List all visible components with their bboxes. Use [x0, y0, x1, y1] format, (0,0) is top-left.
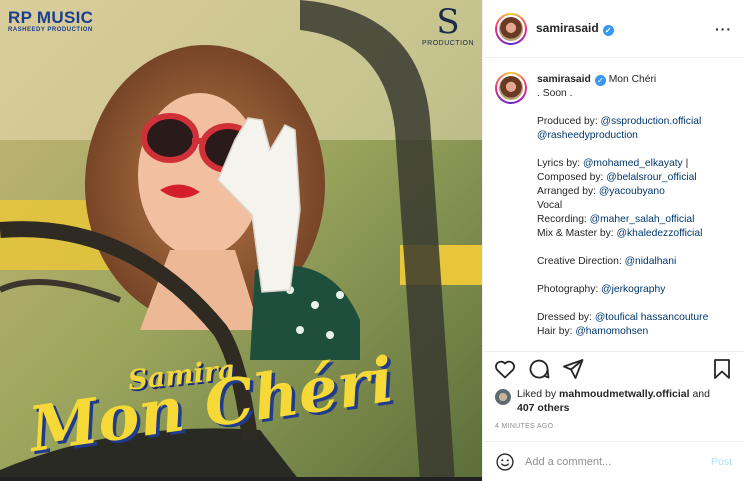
caption-gap [537, 143, 708, 157]
caption-label: Hair by: [537, 326, 576, 337]
caption-line: Dressed by: @toufical hassancouture [537, 311, 708, 325]
caption-mention-link[interactable]: @nidalhani [625, 256, 677, 267]
caption-line: Produced by: @ssproduction.official [537, 115, 708, 129]
caption-line: Photography: @jerkography [537, 283, 708, 297]
poster-bottom-strip [0, 477, 482, 481]
likes-count[interactable]: 407 others [517, 402, 570, 414]
caption-line: Hair by: @hamomohsen [537, 325, 708, 339]
verified-badge-icon: ✓ [594, 75, 606, 86]
caption-label: Arranged by: [537, 186, 599, 197]
caption-text: samirasaid ✓ Mon Chéri . Soon . Produced … [537, 72, 708, 351]
caption-label: Creative Direction: [537, 256, 625, 267]
post-image[interactable]: RP MUSIC RASHEEDY PRODUCTION S PRODUCTIO… [0, 0, 482, 481]
liker-username[interactable]: mahmoudmetwally.official [559, 388, 690, 400]
caption-label: Composed by: [537, 172, 607, 183]
likes-text: Liked by mahmoudmetwally.official and 40… [517, 387, 710, 415]
caption-label: Photography: [537, 284, 602, 295]
ss-logo-mark: S [436, 2, 460, 42]
caption-mention-link[interactable]: @mohamed_elkayaty [583, 158, 683, 169]
post-sidebar: samirasaid ✓ ··· samirasaid ✓ Mon Chéri . … [482, 0, 744, 481]
avatar-image [497, 74, 525, 102]
post-timestamp[interactable]: 4 MINUTES AGO [483, 417, 744, 441]
caption-label: Produced by: [537, 116, 601, 127]
caption-line: Arranged by: @yacoubyano [537, 185, 708, 199]
likes-prefix: Liked by [517, 388, 560, 400]
caption-mention-link[interactable]: @maher_salah_official [590, 214, 695, 225]
caption-label: Mix & Master by: [537, 228, 617, 239]
caption-line: Vocal [537, 200, 563, 211]
caption-mention-link[interactable]: @jerkography [601, 284, 665, 295]
rp-music-logo-sub: RASHEEDY PRODUCTION [8, 27, 93, 33]
caption-line: Composed by: @belalsrour_official [537, 171, 708, 185]
header-username[interactable]: samirasaid ✓ [536, 21, 614, 36]
caption-line: Recording: @maher_salah_official [537, 213, 708, 227]
share-icon[interactable] [561, 357, 585, 381]
heart-icon[interactable] [493, 357, 517, 381]
caption-label: Recording: [537, 214, 590, 225]
caption-label: Lyrics by: [537, 158, 583, 169]
post-header: samirasaid ✓ ··· [483, 0, 744, 58]
caption-username[interactable]: samirasaid [537, 74, 591, 85]
caption-gap [537, 101, 708, 115]
ss-production-logo: S PRODUCTION [422, 4, 474, 47]
caption-mention-link[interactable]: @rasheedyproduction [537, 130, 638, 141]
bookmark-icon[interactable] [710, 357, 734, 381]
caption-mention-link[interactable]: @yacoubyano [599, 186, 665, 197]
header-username-text[interactable]: samirasaid [536, 21, 599, 35]
comment-bar: Post [483, 441, 744, 481]
rp-music-logo-text: RP MUSIC [8, 8, 94, 27]
action-bar [483, 351, 744, 385]
caption-line: Mix & Master by: @khaledezzofficial [537, 227, 708, 241]
post-viewer: RP MUSIC RASHEEDY PRODUCTION S PRODUCTIO… [0, 0, 744, 481]
caption-avatar[interactable] [495, 72, 527, 104]
likes-summary: Liked by mahmoudmetwally.official and 40… [483, 385, 744, 417]
emoji-icon[interactable] [495, 452, 515, 472]
caption-mention-link[interactable]: @toufical hassancouture [595, 312, 709, 323]
caption-mention-link[interactable]: @khaledezzofficial [617, 228, 703, 239]
caption-gap [537, 241, 708, 255]
caption-mention-link[interactable]: @belalsrour_official [606, 172, 696, 183]
caption: samirasaid ✓ Mon Chéri . Soon . Produced … [483, 58, 744, 351]
caption-mention-link[interactable]: @ssproduction.official [601, 116, 702, 127]
avatar-image [497, 14, 525, 43]
more-options-icon[interactable]: ··· [715, 21, 732, 37]
likes-middle: and [689, 388, 710, 400]
caption-line: @rasheedyproduction [537, 129, 708, 143]
caption-title: Mon Chéri [608, 74, 657, 85]
caption-gap [537, 297, 708, 311]
caption-mention-link[interactable]: @hamomohsen [575, 326, 648, 337]
liker-avatar[interactable] [495, 389, 511, 405]
caption-line: Lyrics by: @mohamed_elkayaty | [537, 157, 708, 171]
verified-badge-icon: ✓ [602, 25, 614, 36]
post-comment-button[interactable]: Post [711, 456, 732, 468]
avatar[interactable] [495, 12, 527, 45]
caption-line: samirasaid ✓ Mon Chéri [537, 73, 708, 87]
caption-line: Creative Direction: @nidalhani [537, 255, 708, 269]
caption-gap [537, 269, 708, 283]
comment-input[interactable] [525, 455, 711, 468]
caption-label: Dressed by: [537, 312, 595, 323]
rp-music-logo: RP MUSIC RASHEEDY PRODUCTION [8, 8, 93, 33]
ss-logo-sub: PRODUCTION [422, 40, 475, 47]
caption-line: . Soon . [537, 88, 573, 99]
caption-separator: | [682, 158, 689, 169]
comment-icon[interactable] [527, 357, 551, 381]
